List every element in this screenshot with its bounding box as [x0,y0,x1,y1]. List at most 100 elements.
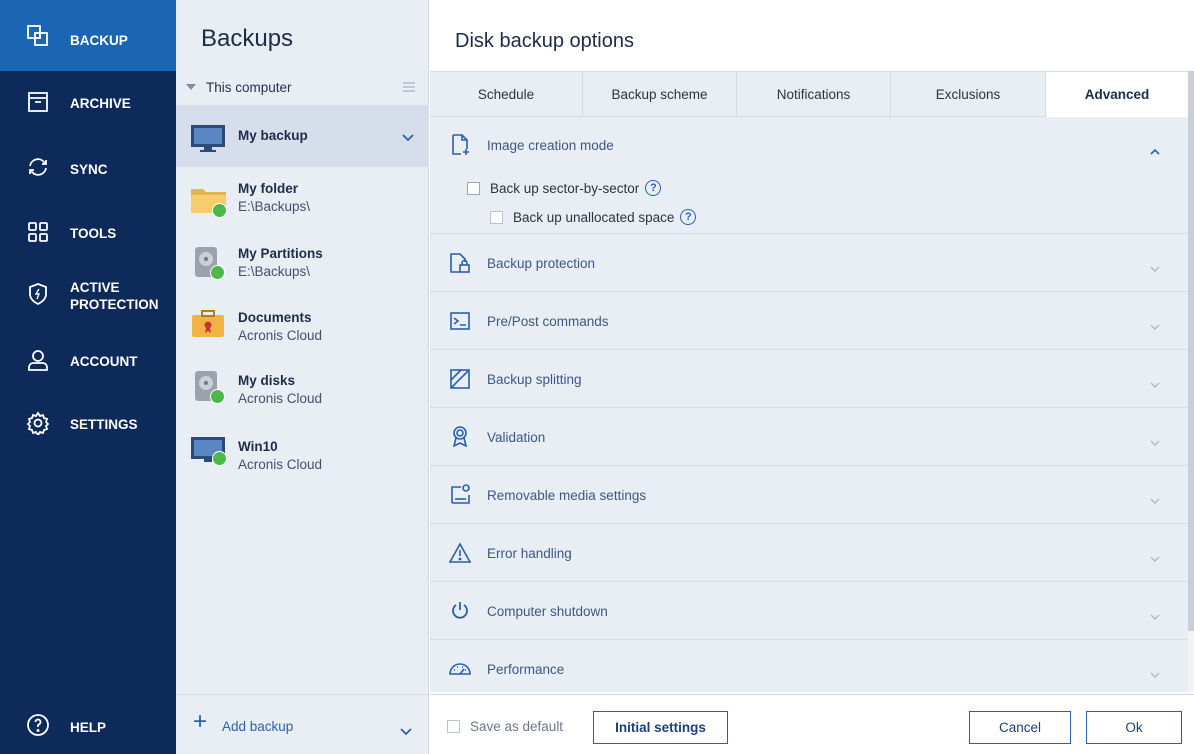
section-backup-protection[interactable]: Backup protection [430,234,1188,292]
chevron-down-icon [1150,608,1160,620]
menu-icon[interactable] [403,80,415,92]
backup-name: My Partitions [238,246,323,261]
ok-button[interactable]: Ok [1086,711,1182,744]
nav-label: SETTINGS [70,417,138,432]
nav-item-backup[interactable]: BACKUP [0,0,176,71]
scrollbar-thumb[interactable] [1188,71,1194,631]
section-title: Computer shutdown [487,604,608,619]
chevron-down-icon[interactable] [402,129,414,142]
backup-name: Win10 [238,439,278,454]
computer-icon [190,431,230,466]
tab-advanced[interactable]: Advanced [1046,72,1188,117]
chevron-down-icon [1150,550,1160,562]
section-error-handling[interactable]: Error handling [430,524,1188,582]
nav-label-line: ACTIVE [70,280,120,295]
success-check-icon [212,451,227,466]
options-panel: Disk backup options Schedule Backup sche… [430,0,1194,754]
gear-icon [26,411,50,435]
nav-item-account[interactable]: ACCOUNT [0,331,176,393]
backup-name: My folder [238,181,299,196]
backup-item-my-backup[interactable]: My backup [176,105,429,167]
section-title: Removable media settings [487,488,647,503]
tab-backup-scheme[interactable]: Backup scheme [583,72,737,117]
chevron-down-icon [1150,376,1160,388]
computer-icon [190,121,230,155]
section-performance[interactable]: Performance [430,640,1188,698]
nav-item-help[interactable]: HELP [0,694,176,754]
section-title: Error handling [487,546,572,561]
checkbox-label: Save as default [470,719,564,734]
backup-location: Acronis Cloud [238,328,323,343]
footer-bar: Save as default Initial settings Cancel … [430,694,1194,754]
tab-notifications[interactable]: Notifications [737,72,891,117]
backup-name: My backup [238,128,308,143]
group-label: This computer [206,80,292,95]
nav-label: TOOLS [70,226,117,241]
sector-by-sector-checkbox[interactable] [467,181,480,195]
section-title: Validation [487,430,546,445]
main-nav: BACKUP ARCHIVE SYNC TOOLS ACTIVE PROTECT… [0,0,176,754]
nav-label: ARCHIVE [70,96,131,111]
backup-item-my-partitions[interactable]: My Partitions E:\Backups\ [176,229,429,291]
shield-icon [26,282,50,306]
tab-schedule[interactable]: Schedule [430,72,583,117]
section-validation[interactable]: Validation [430,408,1188,466]
badge-icon [449,425,471,447]
nav-label: HELP [70,720,107,735]
chevron-up-icon[interactable] [1150,142,1160,155]
backup-icon [26,24,50,48]
backup-item-my-disks[interactable]: My disks Acronis Cloud [176,353,429,415]
unallocated-space-checkbox[interactable] [490,210,503,224]
tab-bar: Schedule Backup scheme Notifications Exc… [430,71,1188,117]
power-icon [449,600,471,622]
section-title: Backup splitting [487,372,582,387]
archive-icon [26,90,50,114]
cancel-button[interactable]: Cancel [969,711,1071,744]
section-title: Backup protection [487,256,596,271]
section-computer-shutdown[interactable]: Computer shutdown [430,582,1188,640]
image-file-icon [449,134,471,156]
help-icon[interactable]: ? [680,209,697,225]
tools-icon [26,220,50,244]
backup-location: E:\Backups\ [238,199,311,214]
tab-exclusions[interactable]: Exclusions [891,72,1046,117]
nav-item-sync[interactable]: SYNC [0,133,176,199]
page-title: Disk backup options [455,30,634,52]
backup-item-win10[interactable]: Win10 Acronis Cloud [176,415,429,477]
scrollbar[interactable] [1188,71,1194,692]
section-title[interactable]: Image creation mode [487,138,614,153]
checkbox-label: Back up sector-by-sector [490,180,640,196]
section-removable-media[interactable]: Removable media settings [430,466,1188,524]
nav-item-active-protection[interactable]: ACTIVE PROTECTION [0,265,176,331]
section-pre-post-commands[interactable]: Pre/Post commands [430,292,1188,350]
section-title: Performance [487,662,565,677]
add-backup-button[interactable]: + Add backup [176,694,429,754]
backup-item-my-folder[interactable]: My folder E:\Backups\ [176,167,429,229]
nav-label: ACCOUNT [70,354,138,369]
nav-item-archive[interactable]: ARCHIVE [0,71,176,133]
save-as-default-checkbox[interactable] [447,720,460,733]
account-icon [26,348,50,372]
backup-name: Documents [238,310,312,325]
section-image-creation-mode: Image creation mode Back up sector-by-se… [430,117,1188,234]
briefcase-icon [190,307,230,341]
terminal-icon [449,310,471,332]
nav-item-tools[interactable]: TOOLS [0,199,176,265]
backup-item-documents[interactable]: Documents Acronis Cloud [176,291,429,353]
speedometer-icon [449,658,471,680]
add-backup-label: Add backup [222,719,294,734]
backup-location: Acronis Cloud [238,457,323,472]
section-backup-splitting[interactable]: Backup splitting [430,350,1188,408]
chevron-down-icon[interactable] [400,723,412,736]
collapse-triangle-icon [186,84,196,90]
nav-item-settings[interactable]: SETTINGS [0,393,176,455]
help-icon[interactable]: ? [645,180,662,196]
warning-icon [449,542,471,564]
initial-settings-button[interactable]: Initial settings [593,711,728,744]
group-header[interactable]: This computer [176,76,429,102]
hard-drive-icon [190,245,230,280]
backup-name: My disks [238,373,296,388]
lock-file-icon [449,252,471,274]
help-icon [26,713,50,737]
backup-location: E:\Backups\ [238,264,311,279]
